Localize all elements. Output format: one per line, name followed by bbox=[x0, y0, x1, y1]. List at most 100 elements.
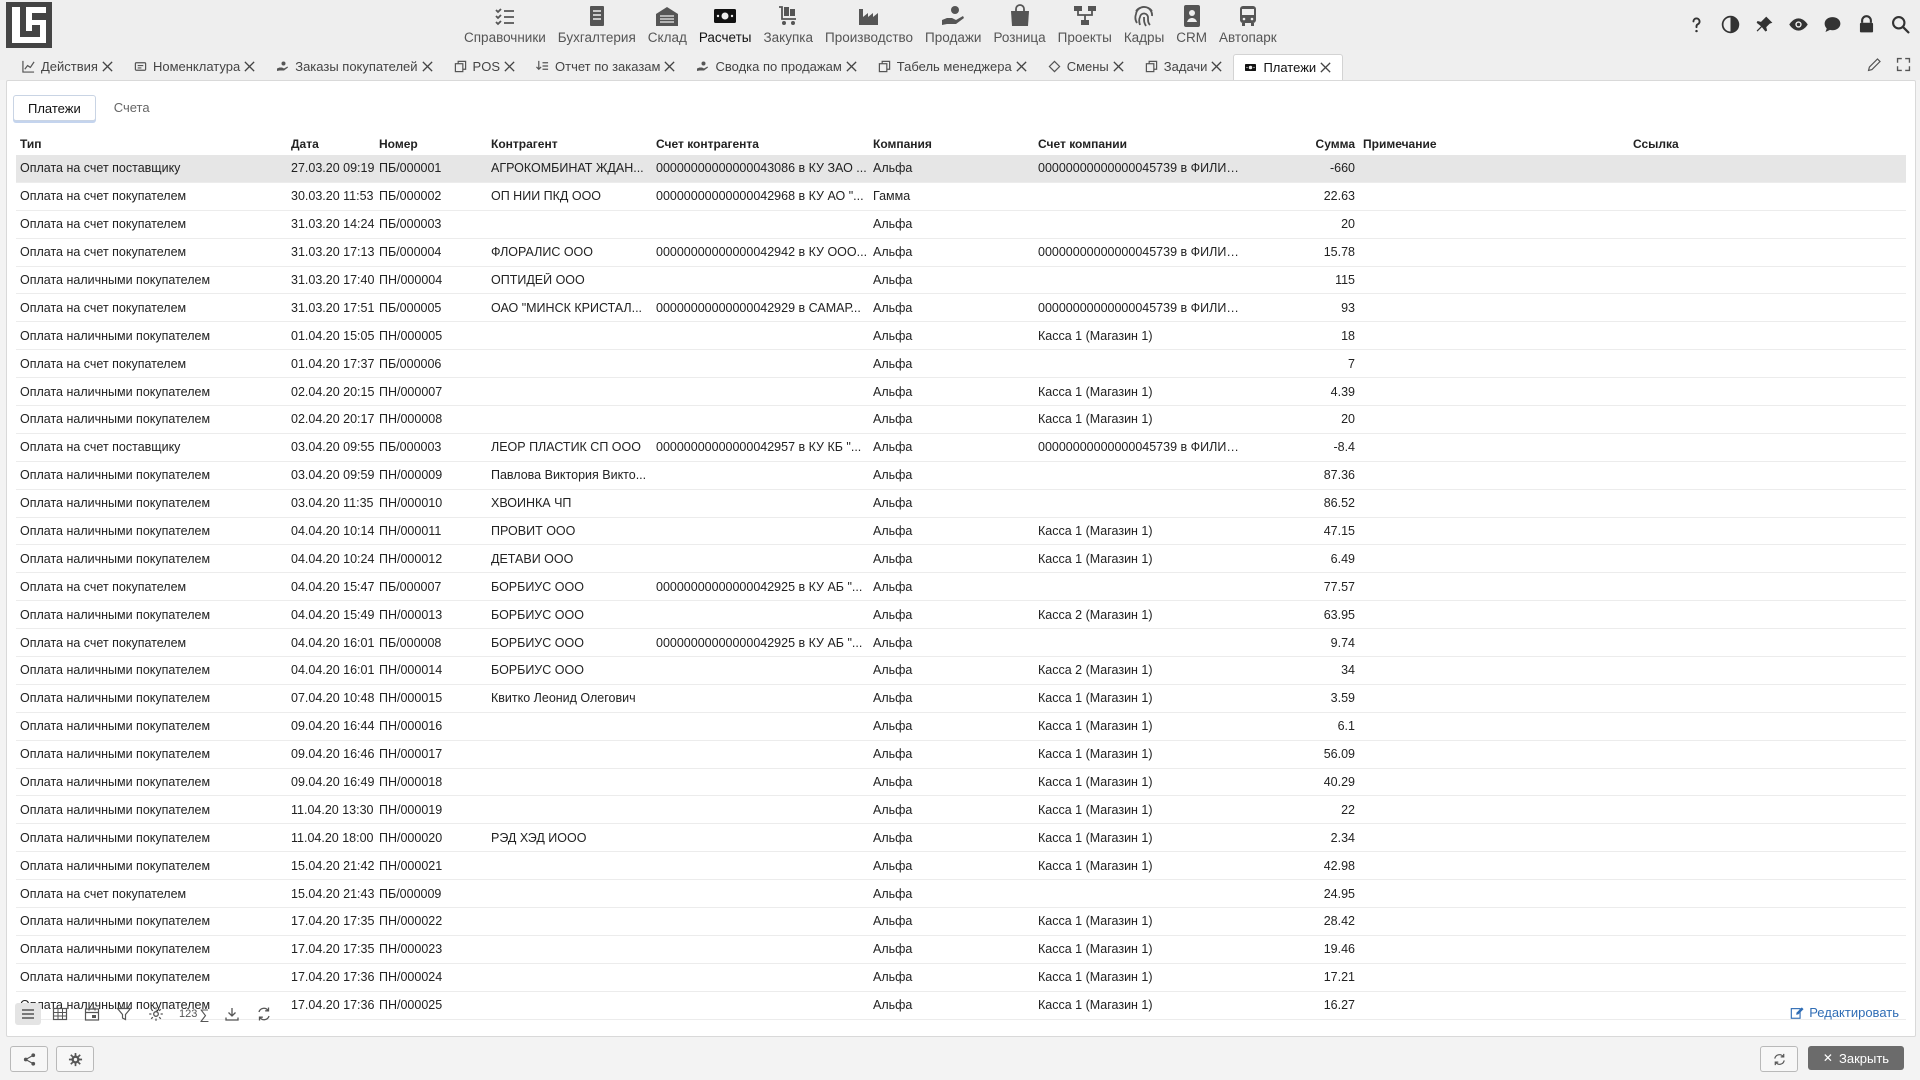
table-row[interactable]: Оплата наличными покупателем 11.04.20 18:… bbox=[16, 824, 1906, 853]
table-row[interactable]: Оплата на счет поставщику 27.03.20 09:19 П… bbox=[16, 155, 1906, 183]
export-download-icon[interactable] bbox=[219, 1003, 245, 1025]
document-tab[interactable]: Заказы покупателей bbox=[266, 54, 443, 78]
table-row[interactable]: Оплата на счет поставщику 03.04.20 09:55 П… bbox=[16, 434, 1906, 462]
table-row[interactable]: Оплата наличными покупателем 31.03.20 17:… bbox=[16, 267, 1906, 295]
table-row[interactable]: Оплата наличными покупателем 15.04.20 21:… bbox=[16, 852, 1906, 881]
table-row[interactable]: Оплата наличными покупателем 01.04.20 15:… bbox=[16, 322, 1906, 351]
nav-item[interactable]: Закупка bbox=[758, 0, 820, 50]
tab-close-icon[interactable] bbox=[845, 60, 858, 73]
subtab-payments[interactable]: Платежи bbox=[13, 95, 96, 121]
column-header-company-account[interactable]: Счет компании bbox=[1034, 137, 1244, 151]
nav-item[interactable]: Справочники bbox=[458, 0, 552, 50]
edit-button[interactable]: Редактировать bbox=[1790, 1005, 1899, 1020]
column-header-link[interactable]: Ссылка bbox=[1629, 137, 1889, 151]
tab-close-icon[interactable] bbox=[101, 60, 114, 73]
document-tab[interactable]: Действия bbox=[12, 54, 124, 78]
document-tab[interactable]: POS bbox=[444, 54, 526, 78]
table-row[interactable]: Оплата наличными покупателем 17.04.20 17:… bbox=[16, 964, 1906, 992]
tab-close-icon[interactable] bbox=[1112, 60, 1125, 73]
column-header-company[interactable]: Компания bbox=[869, 137, 1034, 151]
column-header-note[interactable]: Примечание bbox=[1359, 137, 1629, 151]
refresh-icon[interactable] bbox=[251, 1003, 277, 1025]
fullscreen-icon[interactable] bbox=[1895, 56, 1912, 76]
nav-item[interactable]: Бухгалтерия bbox=[552, 0, 642, 50]
document-tab[interactable]: Смены bbox=[1038, 54, 1135, 78]
nav-item[interactable]: Склад bbox=[642, 0, 693, 50]
table-row[interactable]: Оплата на счет покупателем 31.03.20 17:51… bbox=[16, 294, 1906, 323]
chat-icon[interactable] bbox=[1820, 12, 1844, 36]
table-row[interactable]: Оплата наличными покупателем 04.04.20 10:… bbox=[16, 545, 1906, 574]
nav-item[interactable]: Автопарк bbox=[1213, 0, 1283, 50]
column-header-counterparty[interactable]: Контрагент bbox=[487, 137, 652, 151]
nav-item[interactable]: Расчеты bbox=[693, 0, 758, 50]
column-header-sum[interactable]: Сумма bbox=[1244, 137, 1359, 151]
table-row[interactable]: Оплата наличными покупателем 11.04.20 13:… bbox=[16, 796, 1906, 825]
document-tab[interactable]: Сводка по продажам bbox=[686, 54, 867, 78]
nav-item[interactable]: Розница bbox=[987, 0, 1051, 50]
table-row[interactable]: Оплата наличными покупателем 09.04.20 16:… bbox=[16, 741, 1906, 769]
tab-close-icon[interactable] bbox=[503, 60, 516, 73]
subtab-invoices[interactable]: Счета bbox=[100, 95, 164, 119]
table-row[interactable]: Оплата наличными покупателем 17.04.20 17:… bbox=[16, 936, 1906, 964]
table-row[interactable]: Оплата на счет покупателем 31.03.20 17:13… bbox=[16, 239, 1906, 267]
calendar-view-icon[interactable] bbox=[79, 1003, 105, 1025]
settings-button[interactable] bbox=[56, 1046, 94, 1072]
cell-number: ПБ/000003 bbox=[379, 440, 442, 455]
column-header-counterparty-account[interactable]: Счет контрагента bbox=[652, 137, 869, 151]
share-button[interactable] bbox=[10, 1046, 48, 1072]
reload-button[interactable] bbox=[1760, 1046, 1798, 1072]
document-tab[interactable]: Отчет по заказам bbox=[526, 54, 686, 78]
column-header-number[interactable]: Номер bbox=[375, 137, 487, 151]
column-header-type[interactable]: Тип bbox=[16, 137, 287, 151]
help-icon[interactable] bbox=[1684, 12, 1708, 36]
table-row[interactable]: Оплата наличными покупателем 17.04.20 17:… bbox=[16, 992, 1906, 1020]
close-button[interactable]: ✕ Закрыть bbox=[1808, 1046, 1904, 1070]
list-view-icon[interactable] bbox=[15, 1003, 41, 1025]
table-row[interactable]: Оплата наличными покупателем 04.04.20 10:… bbox=[16, 518, 1906, 546]
table-row[interactable]: Оплата на счет покупателем 01.04.20 17:37… bbox=[16, 350, 1906, 379]
cell-date: 31.03.20 17:40 bbox=[291, 273, 375, 287]
table-row[interactable]: Оплата наличными покупателем 04.04.20 15:… bbox=[16, 601, 1906, 630]
column-header-date[interactable]: Дата bbox=[287, 137, 375, 151]
edit-pencil-icon[interactable] bbox=[1866, 56, 1883, 76]
nav-item[interactable]: Продажи bbox=[919, 0, 987, 50]
document-tab[interactable]: Табель менеджера bbox=[868, 54, 1038, 78]
document-tab[interactable]: Задачи bbox=[1135, 54, 1234, 78]
tab-close-icon[interactable] bbox=[663, 60, 676, 73]
table-row[interactable]: Оплата наличными покупателем 07.04.20 10:… bbox=[16, 685, 1906, 713]
eye-icon[interactable] bbox=[1786, 12, 1810, 36]
tab-close-icon[interactable] bbox=[243, 60, 256, 73]
nav-item[interactable]: CRM bbox=[1170, 0, 1213, 50]
tab-close-icon[interactable] bbox=[1319, 61, 1332, 74]
table-row[interactable]: Оплата на счет покупателем 31.03.20 14:24… bbox=[16, 211, 1906, 239]
document-tab[interactable]: Платежи bbox=[1233, 54, 1344, 80]
table-row[interactable]: Оплата наличными покупателем 02.04.20 20:… bbox=[16, 378, 1906, 407]
table-row[interactable]: Оплата наличными покупателем 02.04.20 20:… bbox=[16, 406, 1906, 434]
table-row[interactable]: Оплата на счет покупателем 30.03.20 11:53… bbox=[16, 183, 1906, 211]
totals-toggle[interactable]: 123 ∑ bbox=[175, 1006, 213, 1022]
table-row[interactable]: Оплата на счет покупателем 04.04.20 16:01… bbox=[16, 629, 1906, 658]
nav-item[interactable]: Производство bbox=[819, 0, 919, 50]
table-row[interactable]: Оплата наличными покупателем 09.04.20 16:… bbox=[16, 769, 1906, 797]
nav-item[interactable]: Кадры bbox=[1118, 0, 1170, 50]
nav-item[interactable]: Проекты bbox=[1052, 0, 1118, 50]
settings-gear-icon[interactable] bbox=[143, 1003, 169, 1025]
theme-contrast-icon[interactable] bbox=[1718, 12, 1742, 36]
document-tab[interactable]: Номенклатура bbox=[124, 54, 266, 78]
table-row[interactable]: Оплата на счет покупателем 04.04.20 15:47… bbox=[16, 573, 1906, 602]
table-row[interactable]: Оплата наличными покупателем 17.04.20 17:… bbox=[16, 908, 1906, 936]
filter-icon[interactable] bbox=[111, 1003, 137, 1025]
table-row[interactable]: Оплата наличными покупателем 09.04.20 16:… bbox=[16, 713, 1906, 741]
table-row[interactable]: Оплата наличными покупателем 04.04.20 16:… bbox=[16, 657, 1906, 685]
tab-close-icon[interactable] bbox=[1015, 60, 1028, 73]
pin-icon[interactable] bbox=[1752, 12, 1776, 36]
search-icon[interactable] bbox=[1888, 12, 1912, 36]
table-row[interactable]: Оплата наличными покупателем 03.04.20 11:… bbox=[16, 490, 1906, 518]
app-logo[interactable] bbox=[6, 2, 52, 48]
tab-close-icon[interactable] bbox=[421, 60, 434, 73]
tab-close-icon[interactable] bbox=[1210, 60, 1223, 73]
table-row[interactable]: Оплата на счет покупателем 15.04.20 21:43… bbox=[16, 880, 1906, 909]
lock-icon[interactable] bbox=[1854, 12, 1878, 36]
table-row[interactable]: Оплата наличными покупателем 03.04.20 09:… bbox=[16, 462, 1906, 490]
table-view-icon[interactable] bbox=[47, 1003, 73, 1025]
